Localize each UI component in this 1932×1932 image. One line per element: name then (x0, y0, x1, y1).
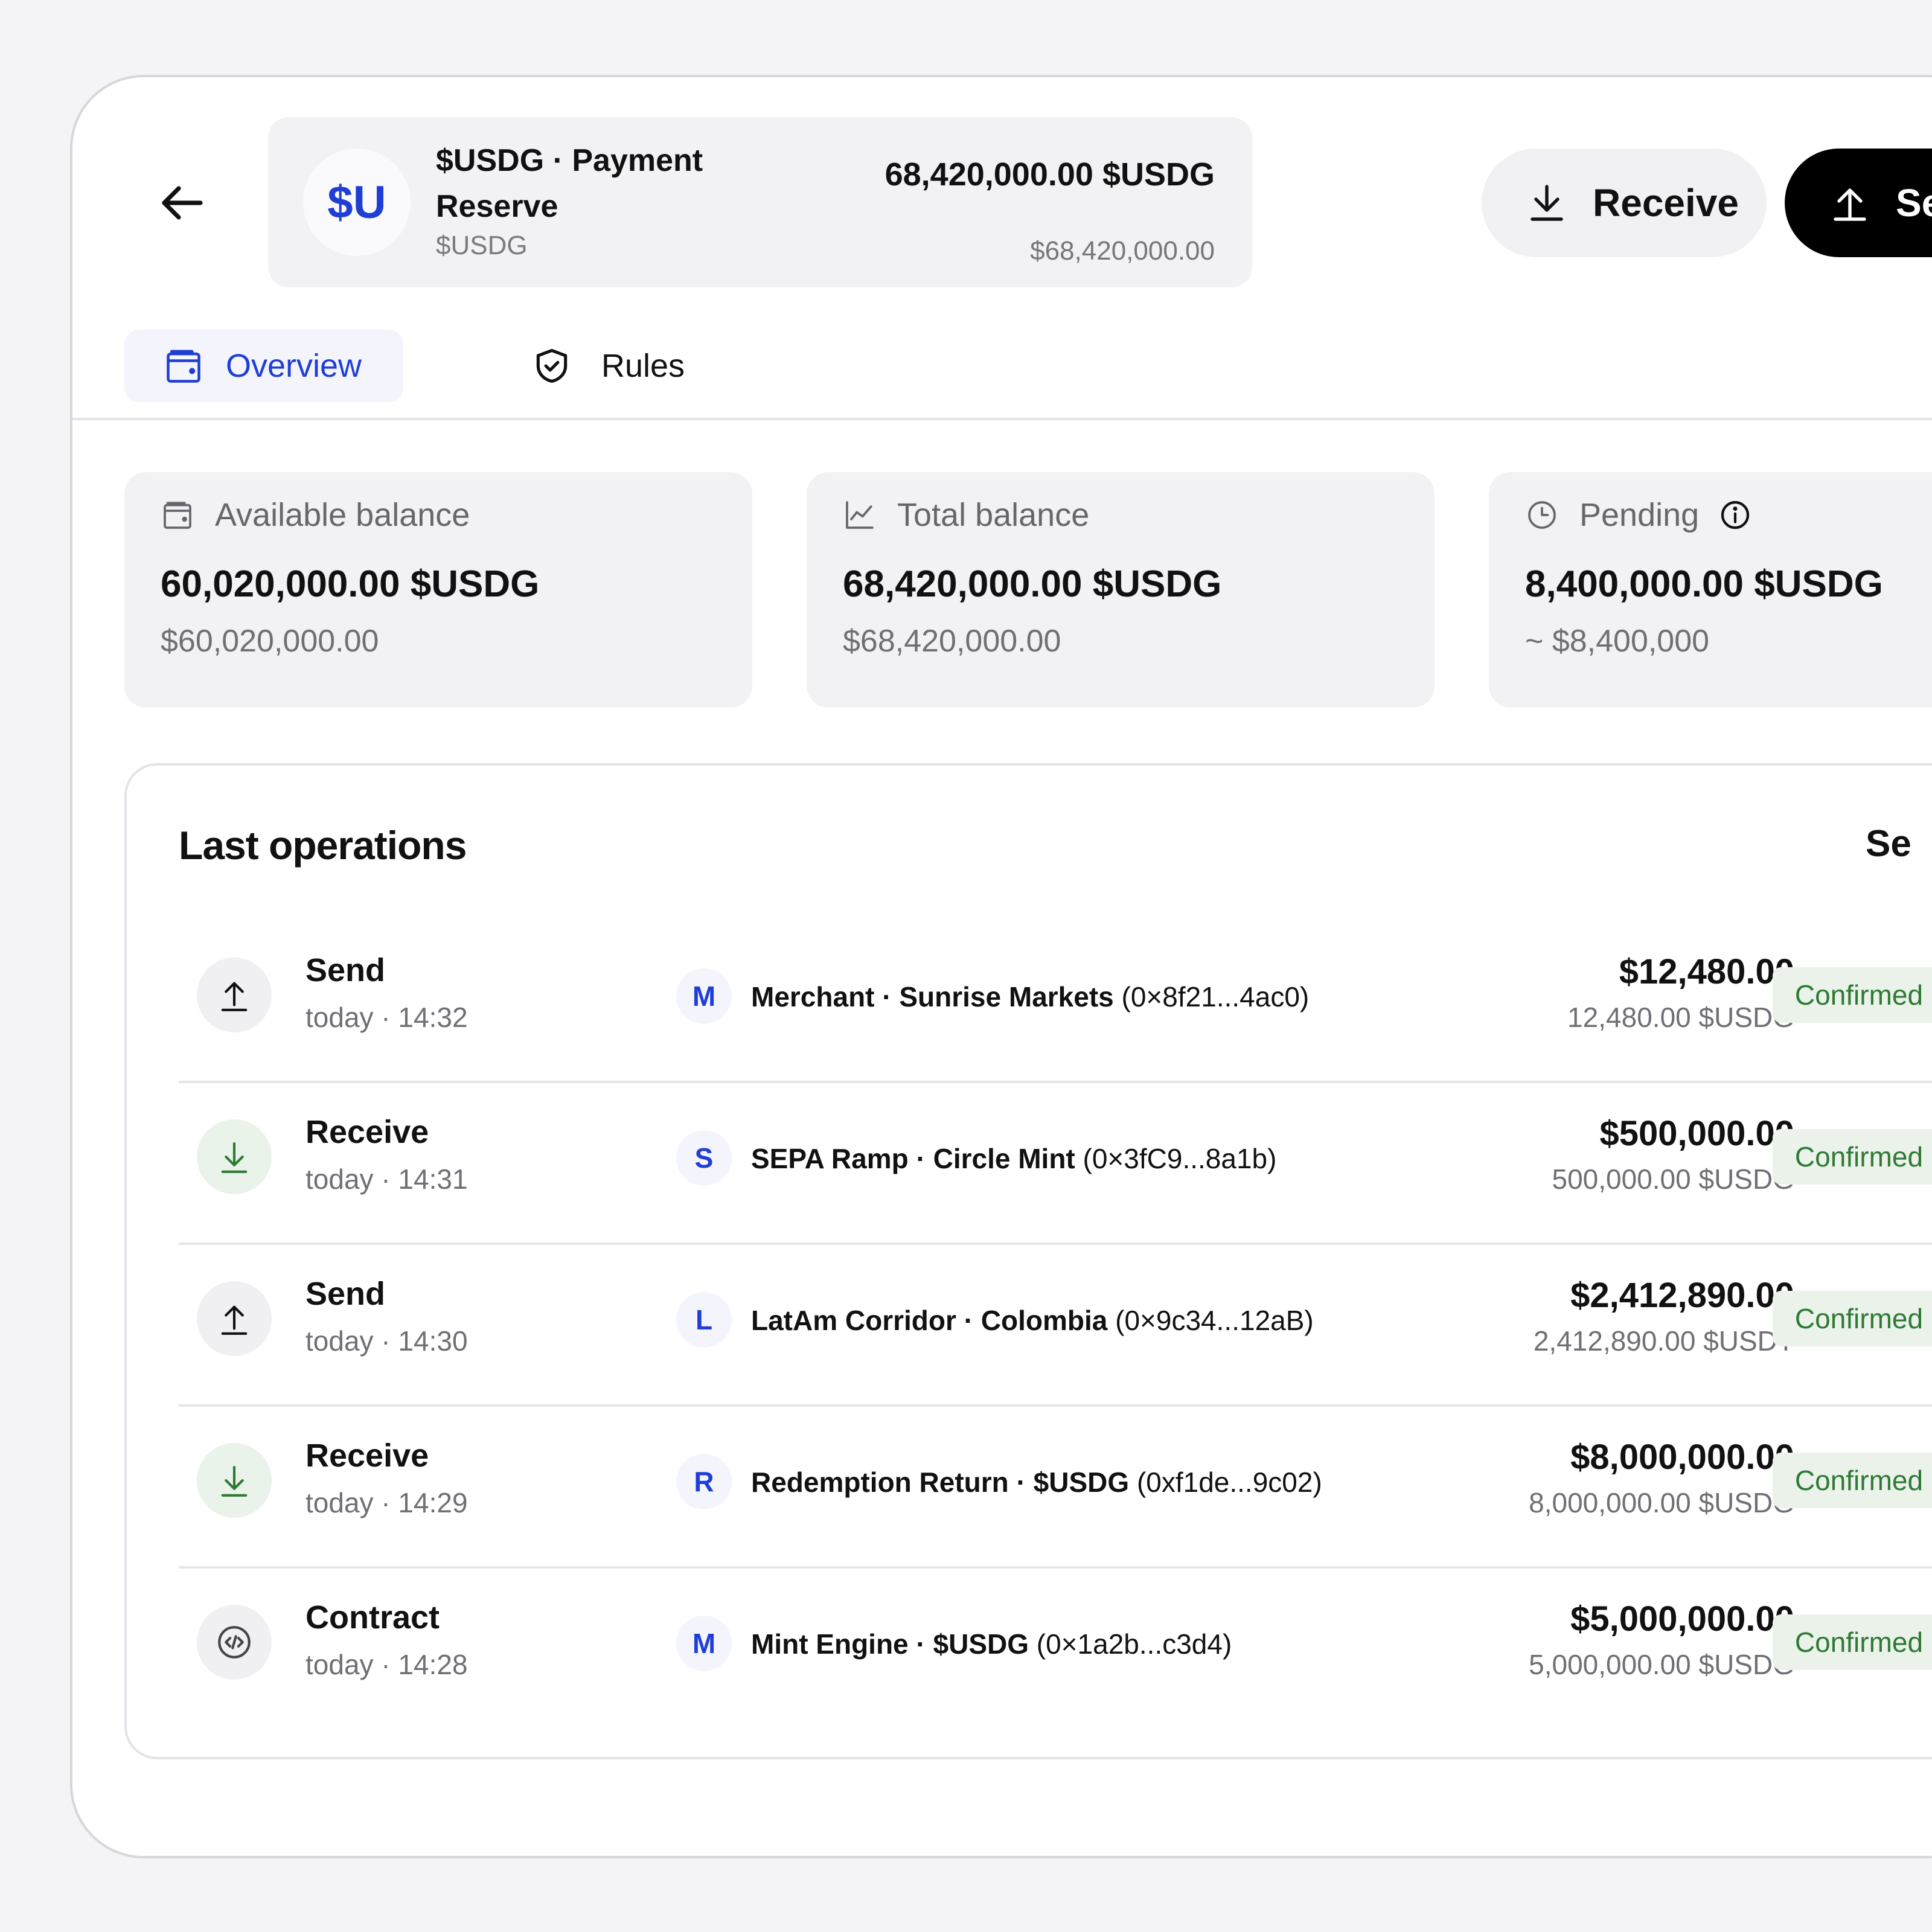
counterparty-name: Mint Engine · $USDG (751, 1628, 1029, 1660)
stat-label-row: Total balance (843, 496, 1089, 534)
back-arrow-icon[interactable] (152, 174, 210, 232)
shield-check-icon (531, 345, 572, 386)
tabs-divider (72, 418, 1932, 420)
asset-avatar: $U (303, 149, 411, 256)
stat-value: 60,020,000.00 $USDG (161, 563, 540, 605)
operation-time: today · 14:31 (305, 1163, 468, 1195)
stat-label: Available balance (215, 497, 470, 533)
operation-type: Receive (305, 1114, 429, 1150)
counterparty: Merchant · Sunrise Markets (0×8f21...4ac… (751, 980, 1309, 1013)
operation-time: today · 14:28 (305, 1649, 468, 1680)
operation-token-amount: 8,000,000.00 $USDG (1529, 1487, 1794, 1518)
stat-value: 8,400,000.00 $USDG (1525, 563, 1883, 605)
asset-amount: 68,420,000.00 $USDG (884, 156, 1215, 193)
status-badge: Confirmed (1773, 1614, 1932, 1670)
counterparty-name: SEPA Ramp · Circle Mint (751, 1143, 1075, 1174)
operation-time: today · 14:29 (305, 1487, 468, 1518)
operation-type: Contract (305, 1599, 440, 1636)
counterparty-avatar: M (676, 1616, 732, 1671)
operation-token-amount: 2,412,890.00 $USDT (1533, 1325, 1794, 1357)
asset-summary[interactable]: $U $USDG · Payment Reserve $USDG 68,420,… (268, 117, 1252, 287)
upload-arrow-icon (197, 958, 272, 1032)
status-badge: Confirmed (1773, 967, 1932, 1023)
download-arrow-icon (197, 1119, 272, 1194)
operation-time: today · 14:32 (305, 1002, 468, 1033)
wallet-icon (161, 498, 194, 532)
asset-name: $USDG · Payment Reserve (436, 143, 703, 224)
tab-overview[interactable]: Overview (124, 330, 403, 402)
counterparty-name: Redemption Return · $USDG (751, 1467, 1130, 1498)
stat-total-balance: Total balance 68,420,000.00 $USDG $68,42… (807, 472, 1435, 708)
asset-usd-value: $68,420,000.00 (1030, 236, 1215, 266)
send-button[interactable]: Se (1785, 149, 1932, 257)
tab-rules-label: Rules (601, 348, 685, 384)
operation-row[interactable]: Receive today · 14:31 S SEPA Ramp · Circ… (179, 1083, 1932, 1245)
asset-symbol: $USDG (436, 231, 528, 260)
stat-usd: $60,020,000.00 (161, 624, 379, 659)
operations-title: Last operations (179, 823, 467, 868)
operation-amount: $5,000,000.00 (1570, 1599, 1794, 1639)
operation-row[interactable]: Contract today · 14:28 M Mint Engine · $… (179, 1569, 1932, 1730)
stat-available-balance: Available balance 60,020,000.00 $USDG $6… (124, 472, 752, 708)
status-badge: Confirmed (1773, 1453, 1932, 1508)
operation-amount: $500,000.00 (1599, 1114, 1794, 1153)
counterparty-address: (0×3fC9...8a1b) (1083, 1143, 1277, 1174)
counterparty-avatar: S (676, 1130, 732, 1186)
download-arrow-icon (1525, 181, 1569, 225)
counterparty: SEPA Ramp · Circle Mint (0×3fC9...8a1b) (751, 1142, 1276, 1175)
upload-arrow-icon (1828, 181, 1872, 225)
asset-detail-panel: $U $USDG · Payment Reserve $USDG 68,420,… (70, 75, 1932, 1858)
counterparty: Mint Engine · $USDG (0×1a2b...c3d4) (751, 1628, 1232, 1660)
operation-token-amount: 500,000.00 $USDG (1552, 1163, 1795, 1195)
stat-label: Pending (1579, 497, 1700, 533)
counterparty-address: (0xf1de...9c02) (1136, 1467, 1322, 1498)
last-operations-card: Last operations Se Send today · 14:32 M … (124, 763, 1932, 1759)
counterparty-avatar: M (676, 968, 732, 1024)
operation-token-amount: 12,480.00 $USDG (1567, 1002, 1794, 1033)
operation-amount: $2,412,890.00 (1570, 1276, 1794, 1315)
info-icon[interactable] (1718, 498, 1752, 532)
stat-usd: $68,420,000.00 (843, 624, 1061, 659)
operation-type: Send (305, 952, 386, 988)
status-badge: Confirmed (1773, 1291, 1932, 1346)
operation-amount: $12,480.00 (1619, 952, 1794, 991)
operation-type: Send (305, 1276, 386, 1312)
counterparty-address: (0×1a2b...c3d4) (1036, 1628, 1232, 1660)
counterparty: LatAm Corridor · Colombia (0×9c34...12aB… (751, 1304, 1314, 1337)
operation-type: Receive (305, 1438, 429, 1474)
stat-label-row: Pending (1525, 496, 1752, 534)
operation-row[interactable]: Send today · 14:30 L LatAm Corridor · Co… (179, 1245, 1932, 1407)
operation-row[interactable]: Send today · 14:32 M Merchant · Sunrise … (179, 921, 1932, 1083)
stat-usd: ~ $8,400,000 (1525, 624, 1710, 659)
download-arrow-icon (197, 1443, 272, 1518)
tab-rules[interactable]: Rules (453, 330, 685, 402)
operation-token-amount: 5,000,000.00 $USDG (1529, 1649, 1794, 1680)
receive-button-label: Receive (1593, 181, 1739, 225)
code-icon (197, 1605, 272, 1680)
counterparty-name: LatAm Corridor · Colombia (751, 1305, 1108, 1336)
stat-pending: Pending 8,400,000.00 $USDG ~ $8,400,000 (1489, 472, 1932, 708)
stat-value: 68,420,000.00 $USDG (843, 563, 1222, 605)
see-all-link[interactable]: Se (1866, 822, 1911, 865)
counterparty-avatar: R (676, 1454, 732, 1509)
status-badge: Confirmed (1773, 1129, 1932, 1185)
receive-button[interactable]: Receive (1482, 149, 1767, 257)
counterparty: Redemption Return · $USDG (0xf1de...9c02… (751, 1466, 1322, 1499)
tab-overview-label: Overview (226, 348, 362, 384)
send-button-label: Se (1896, 181, 1932, 225)
counterparty-address: (0×9c34...12aB) (1115, 1305, 1314, 1336)
stat-label-row: Available balance (161, 496, 470, 534)
stat-label: Total balance (897, 497, 1090, 533)
operation-amount: $8,000,000.00 (1570, 1438, 1794, 1477)
chart-line-icon (843, 498, 877, 532)
wallet-icon (163, 345, 204, 386)
counterparty-name: Merchant · Sunrise Markets (751, 981, 1114, 1012)
operation-row[interactable]: Receive today · 14:29 R Redemption Retur… (179, 1407, 1932, 1569)
counterparty-avatar: L (676, 1292, 732, 1348)
clock-icon (1525, 498, 1559, 532)
operation-time: today · 14:30 (305, 1325, 468, 1357)
counterparty-address: (0×8f21...4ac0) (1121, 981, 1310, 1012)
upload-arrow-icon (197, 1281, 272, 1356)
